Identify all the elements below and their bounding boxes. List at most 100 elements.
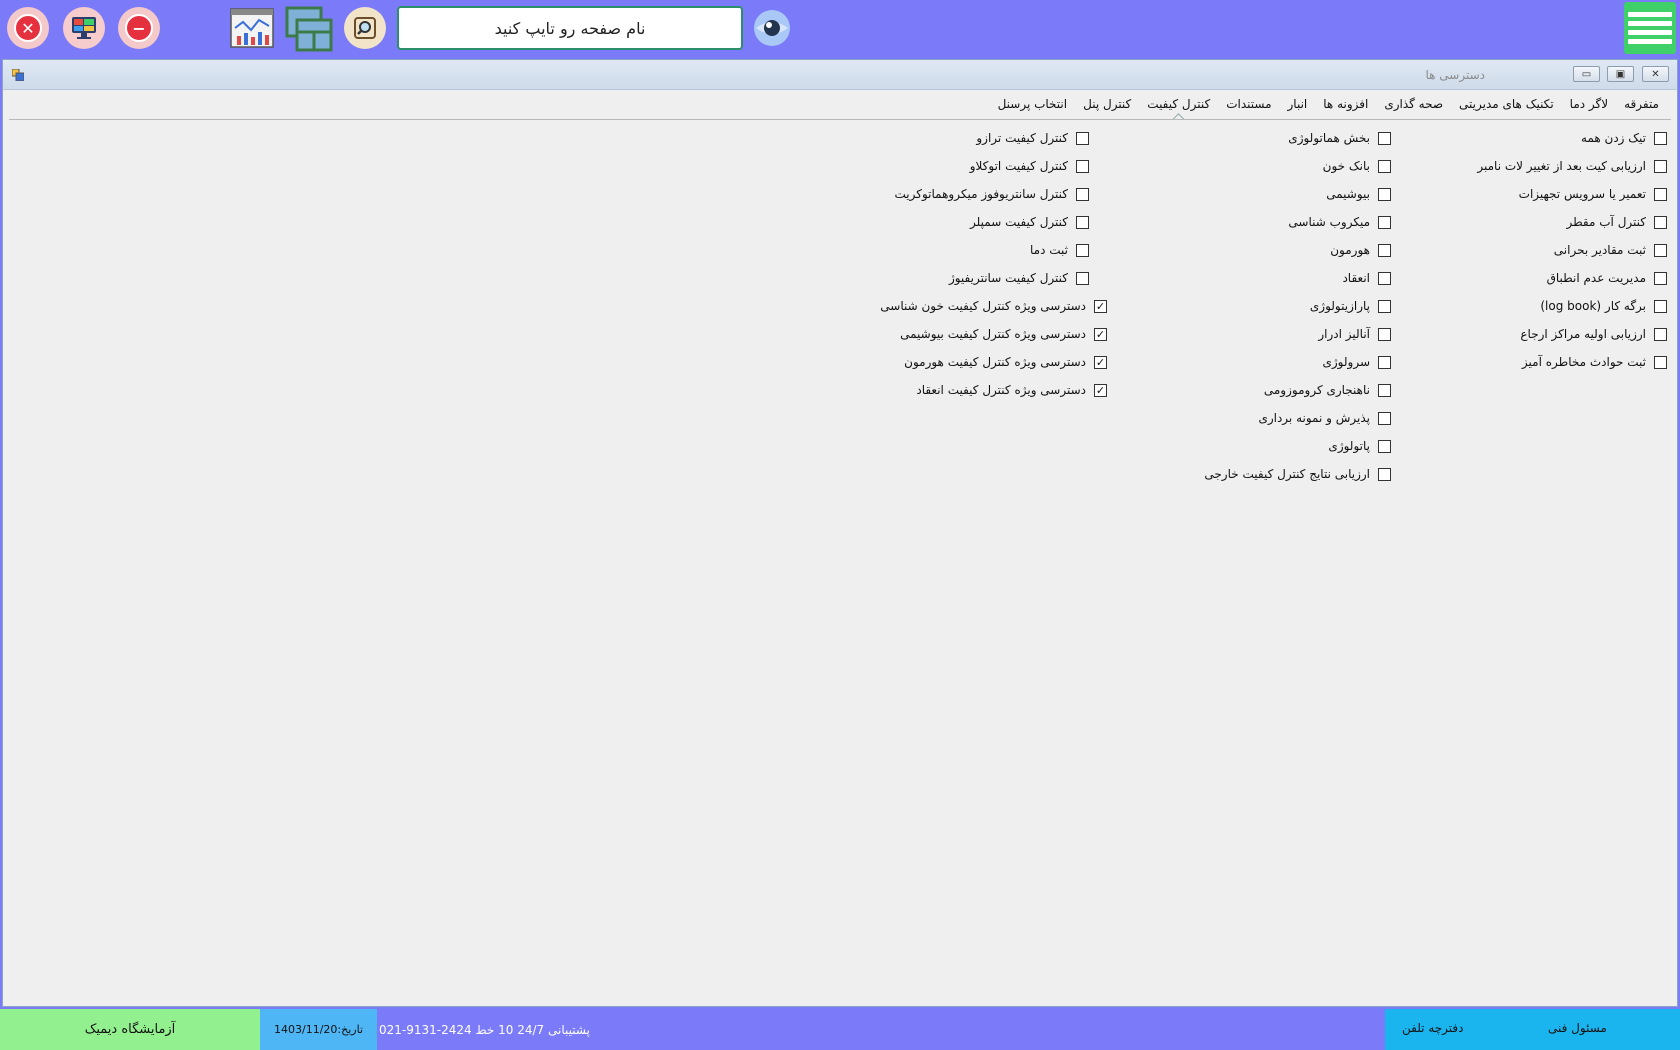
tab-validation[interactable]: صحه گذاری xyxy=(1376,95,1451,113)
checkbox-item[interactable]: کنترل آب مقطر xyxy=(1477,208,1667,236)
checkbox[interactable] xyxy=(1654,187,1667,201)
checkbox[interactable] xyxy=(1378,131,1391,145)
window-close-button[interactable]: ✕ xyxy=(1642,66,1669,82)
checkbox[interactable] xyxy=(1378,411,1391,425)
checkbox[interactable] xyxy=(1378,383,1391,397)
checkbox[interactable] xyxy=(1654,159,1667,173)
checkbox-item[interactable]: آنالیز ادرار xyxy=(1204,320,1391,348)
checkbox-item[interactable]: بانک خون xyxy=(1204,152,1391,180)
search-icon xyxy=(354,17,376,39)
lab-name: آزمایشگاه دیمیک xyxy=(0,1009,260,1050)
tab-control-panel[interactable]: کنترل پنل xyxy=(1075,95,1139,113)
close-icon: ✕ xyxy=(14,14,42,42)
checkbox-item[interactable]: مدیریت عدم انطباق xyxy=(1477,264,1667,292)
checkbox[interactable] xyxy=(1076,159,1089,173)
checkbox-item[interactable]: بیوشیمی xyxy=(1204,180,1391,208)
app-icon xyxy=(12,69,24,81)
phonebook-button[interactable]: دفترچه تلفن xyxy=(1402,1021,1464,1035)
tech-manager-button[interactable]: مسئول فنی xyxy=(1548,1021,1607,1035)
checkbox[interactable] xyxy=(1654,271,1667,285)
checkbox-item[interactable]: ارزیابی نتایج کنترل کیفیت خارجی xyxy=(1204,460,1391,488)
tab-warehouse[interactable]: انبار xyxy=(1280,95,1316,113)
checkbox[interactable] xyxy=(1076,187,1089,201)
checkbox[interactable] xyxy=(1378,271,1391,285)
support-info: پشتیبانی 24/7 10 خط 2424-9131-021 xyxy=(377,1009,1385,1050)
checkbox-item[interactable]: بخش هماتولوژی xyxy=(1204,124,1391,152)
checkbox-item[interactable]: هورمون xyxy=(1204,236,1391,264)
minus-icon: − xyxy=(125,14,153,42)
checkbox[interactable] xyxy=(1378,299,1391,313)
search-button[interactable] xyxy=(344,7,386,49)
checkbox-item[interactable]: کنترل کیفیت سانتریفیوژ xyxy=(895,264,1089,292)
date-label: تاریخ:1403/11/20 xyxy=(260,1009,377,1050)
checkbox-item[interactable]: ✓ دسترسی ویژه کنترل کیفیت خون شناسی xyxy=(880,292,1107,320)
checkbox-item[interactable]: کنترل سانتریوفوز میکروهماتوکریت xyxy=(895,180,1089,208)
checkbox-item[interactable]: ✓ دسترسی ویژه کنترل کیفیت هورمون xyxy=(880,348,1107,376)
checkbox-item[interactable]: ارزیابی کیت بعد از تغییر لات نامبر xyxy=(1477,152,1667,180)
checkbox[interactable] xyxy=(1378,215,1391,229)
tab-quality-control[interactable]: کنترل کیفیت xyxy=(1139,95,1218,113)
checkbox-column-1: تیک زدن همه ارزیابی کیت بعد از تغییر لات… xyxy=(1477,124,1667,376)
checkbox-item[interactable]: تیک زدن همه xyxy=(1477,124,1667,152)
checkbox[interactable] xyxy=(1378,159,1391,173)
checkbox[interactable] xyxy=(1076,215,1089,229)
checkbox[interactable]: ✓ xyxy=(1094,355,1107,369)
checkbox-item[interactable]: پاتولوژی xyxy=(1204,432,1391,460)
checkbox[interactable] xyxy=(1378,327,1391,341)
checkbox[interactable] xyxy=(1378,467,1391,481)
tab-temp-logger[interactable]: لاگر دما xyxy=(1562,95,1616,113)
checkbox-item[interactable]: کنترل کیفیت ترازو xyxy=(895,124,1089,152)
checkbox-item[interactable]: پارازیتولوژی xyxy=(1204,292,1391,320)
checkbox[interactable] xyxy=(1654,327,1667,341)
checkbox[interactable]: ✓ xyxy=(1094,383,1107,397)
checkbox[interactable] xyxy=(1654,243,1667,257)
desktop-button[interactable] xyxy=(63,7,105,49)
checkbox[interactable] xyxy=(1076,243,1089,257)
checkbox[interactable]: ✓ xyxy=(1094,299,1107,313)
checkbox-item[interactable]: ✓ دسترسی ویژه کنترل کیفیت انعقاد xyxy=(880,376,1107,404)
status-actions: دفترچه تلفن مسئول فنی xyxy=(1385,1009,1680,1050)
monitor-icon xyxy=(72,17,96,39)
tab-misc[interactable]: متفرقه xyxy=(1616,95,1667,113)
checkbox-item[interactable]: ناهنجاری کروموزومی xyxy=(1204,376,1391,404)
checkbox[interactable] xyxy=(1378,187,1391,201)
reports-button[interactable] xyxy=(229,6,275,50)
checkbox-item[interactable]: ثبت حوادث مخاطره آمیز xyxy=(1477,348,1667,376)
checkbox[interactable] xyxy=(1378,243,1391,257)
checkbox-item[interactable]: تعمیر یا سرویس تجهیزات xyxy=(1477,180,1667,208)
tab-management[interactable]: تکنیک های مدیریتی xyxy=(1451,95,1562,113)
checkbox-item[interactable]: انعقاد xyxy=(1204,264,1391,292)
checkbox-item[interactable]: ارزیابی اولیه مراکز ارجاع xyxy=(1477,320,1667,348)
checkbox-item[interactable]: میکروب شناسی xyxy=(1204,208,1391,236)
checkbox[interactable] xyxy=(1654,215,1667,229)
checkbox-item[interactable]: پذیرش و نمونه برداری xyxy=(1204,404,1391,432)
main-menu-button[interactable] xyxy=(1624,2,1676,54)
windows-button[interactable] xyxy=(285,6,333,52)
page-search-input[interactable]: نام صفحه رو تایپ کنید xyxy=(397,6,743,50)
checkbox-item[interactable]: کنترل کیفیت اتوکلاو xyxy=(895,152,1089,180)
checkbox-item[interactable]: برگه کار (log book) xyxy=(1477,292,1667,320)
minimize-app-button[interactable]: − xyxy=(118,7,160,49)
checkbox[interactable]: ✓ xyxy=(1094,327,1107,341)
window-minimize-button[interactable]: ▭ xyxy=(1573,66,1600,82)
close-app-button[interactable]: ✕ xyxy=(7,7,49,49)
checkbox[interactable] xyxy=(1654,131,1667,145)
checkbox-item[interactable]: ✓ دسترسی ویژه کنترل کیفیت بیوشیمی xyxy=(880,320,1107,348)
tab-addons[interactable]: افزونه ها xyxy=(1315,95,1376,113)
checkbox[interactable] xyxy=(1076,271,1089,285)
tab-documents[interactable]: مستندات xyxy=(1218,95,1279,113)
maximize-icon: ▣ xyxy=(1615,68,1626,80)
checkbox-item[interactable]: سرولوژی xyxy=(1204,348,1391,376)
checkbox[interactable] xyxy=(1378,355,1391,369)
eye-button[interactable] xyxy=(752,8,792,48)
checkbox-item[interactable]: ثبت دما xyxy=(895,236,1089,264)
checkbox-item[interactable]: ثبت مقادیر بحرانی xyxy=(1477,236,1667,264)
window-maximize-button[interactable]: ▣ xyxy=(1607,66,1634,82)
checkbox[interactable] xyxy=(1654,355,1667,369)
checkbox-item[interactable]: کنترل کیفیت سمپلر xyxy=(895,208,1089,236)
tab-personnel[interactable]: انتخاب پرسنل xyxy=(990,95,1076,113)
close-icon: ✕ xyxy=(1651,68,1660,80)
checkbox[interactable] xyxy=(1076,131,1089,145)
checkbox[interactable] xyxy=(1378,439,1391,453)
checkbox[interactable] xyxy=(1654,299,1667,313)
